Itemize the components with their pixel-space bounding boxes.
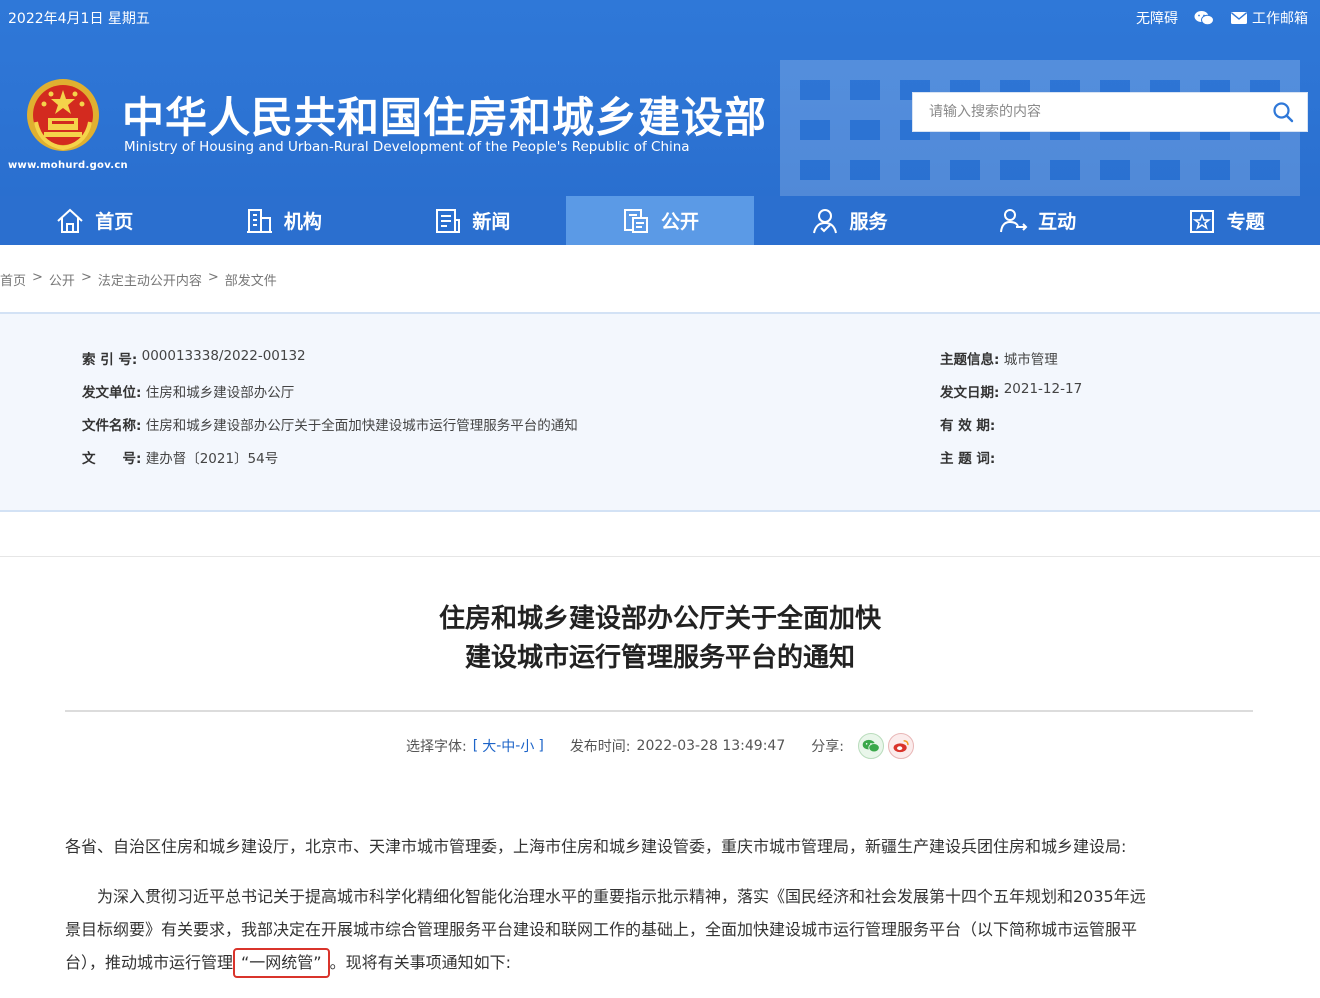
nav-item-label: 服务: [849, 211, 888, 233]
nav-item-interact[interactable]: 互动: [943, 196, 1132, 245]
weibo-icon: [893, 740, 909, 753]
info-topic-value: 城市管理: [1003, 352, 1058, 368]
breadcrumb-separator: >: [80, 270, 92, 285]
nav-item-label: 专题: [1226, 211, 1265, 233]
info-filename: 文件名称: 住房和城乡建设部办公厅关于全面加快建设城市运行管理服务平台的通知: [82, 414, 578, 434]
highlighted-term: “一网统管”: [233, 948, 330, 978]
mailbox-link[interactable]: 工作邮箱: [1230, 8, 1308, 28]
info-docno-label: 文 号:: [82, 451, 142, 467]
news-icon: [436, 208, 461, 233]
search-input[interactable]: [913, 93, 1259, 131]
share-wechat-button[interactable]: [857, 733, 884, 759]
accessibility-link[interactable]: 无障碍: [1136, 8, 1178, 28]
share-label: 分享:: [811, 739, 844, 755]
breadcrumb: 首页 > 公开 > 法定主动公开内容 > 部发文件: [0, 270, 277, 289]
breadcrumb-open[interactable]: 公开: [49, 270, 75, 289]
home-icon: [57, 208, 83, 233]
info-topic: 主题信息: 城市管理: [940, 348, 1058, 368]
info-date-label: 发文日期:: [940, 385, 1000, 401]
interact-icon: [1000, 208, 1028, 232]
share-weibo-button[interactable]: [887, 733, 914, 759]
info-keyword-label: 主 题 词:: [940, 451, 996, 467]
wechat-link[interactable]: [1194, 10, 1214, 26]
info-keyword: 主 题 词:: [940, 447, 1000, 467]
body-line-2: 景目标纲要》有关要求，我部决定在开展城市综合管理服务平台建设和联网工作的基础上，…: [65, 920, 1138, 939]
site-title-cn: 中华人民共和国住房和城乡建设部: [122, 93, 768, 142]
article-title-line2: 建设城市运行管理服务平台的通知: [464, 643, 855, 673]
nav-item-topic[interactable]: 专题: [1131, 196, 1320, 245]
breadcrumb-separator: >: [207, 270, 219, 285]
document-icon: [623, 208, 648, 233]
title-divider: [65, 710, 1253, 712]
breadcrumb-separator: >: [32, 270, 43, 285]
search-icon: [1273, 102, 1294, 123]
info-filename-label: 文件名称:: [82, 418, 142, 434]
top-links: 无障碍 工作邮箱: [1136, 8, 1308, 28]
font-bracket-close: ]: [538, 738, 544, 754]
nav-item-label: 机构: [283, 211, 322, 233]
publish-time-value: 2022-03-28 13:49:47: [636, 738, 786, 754]
building-icon: [246, 208, 272, 233]
info-issuer-label: 发文单位:: [82, 385, 142, 401]
info-issuer: 发文单位: 住房和城乡建设部办公厅: [82, 381, 294, 401]
wechat-icon: [862, 739, 880, 753]
search-box: [912, 92, 1308, 132]
nav-item-news[interactable]: 新闻: [377, 196, 566, 245]
main-nav: 首页 机构 新闻 公开 服务 互动 专题: [0, 196, 1320, 245]
current-date: 2022年4月1日 星期五: [8, 11, 150, 27]
info-docno: 文 号: 建办督〔2021〕54号: [82, 447, 278, 467]
info-docno-value: 建办督〔2021〕54号: [145, 451, 279, 467]
site-url: www.mohurd.gov.cn: [8, 160, 128, 171]
font-size-label: 选择字体:: [406, 739, 467, 755]
info-date: 发文日期: 2021-12-17: [940, 381, 1082, 401]
nav-item-open[interactable]: 公开: [565, 196, 755, 245]
nav-item-label: 新闻: [472, 211, 511, 233]
breadcrumb-statutory[interactable]: 法定主动公开内容: [98, 270, 202, 289]
nav-item-org[interactable]: 机构: [189, 196, 378, 245]
nav-item-home[interactable]: 首页: [0, 196, 189, 245]
nav-item-label: 首页: [95, 211, 134, 233]
info-issuer-value: 住房和城乡建设部办公厅: [145, 385, 295, 401]
section-divider: [0, 556, 1320, 557]
body-line-3-start: 台），推动城市运行管理: [65, 953, 234, 972]
header-banner: 2022年4月1日 星期五 无障碍 工作邮箱 www.mohurd.gov.cn…: [0, 0, 1320, 196]
nav-item-label: 公开: [660, 211, 699, 233]
body-line-1: 为深入贯彻习近平总书记关于提高城市科学化精细化智能化治理水平的重要指示批示精神，…: [97, 887, 1146, 906]
info-date-value: 2021-12-17: [1003, 381, 1083, 397]
info-filename-value: 住房和城乡建设部办公厅关于全面加快建设城市运行管理服务平台的通知: [145, 418, 578, 434]
search-button[interactable]: [1259, 93, 1307, 131]
info-valid-label: 有 效 期:: [940, 418, 996, 434]
article-meta: 选择字体: [ 大 - 中 - 小 ] 发布时间: 2022-03-28 13:…: [0, 733, 1320, 759]
salutation-paragraph: 各省、自治区住房和城乡建设厅，北京市、天津市城市管理委，上海市住房和城乡建设管委…: [65, 837, 1127, 856]
service-icon: [812, 208, 837, 233]
site-title-en: Ministry of Housing and Urban-Rural Deve…: [124, 139, 690, 155]
nav-item-service[interactable]: 服务: [754, 196, 943, 245]
national-emblem-icon[interactable]: [26, 78, 100, 152]
mailbox-label: 工作邮箱: [1252, 11, 1308, 27]
info-index: 索 引 号: 000013338/2022-00132: [82, 348, 306, 368]
publish-time-label: 发布时间:: [569, 739, 631, 755]
info-valid: 有 效 期:: [940, 414, 1000, 434]
document-info-panel: 索 引 号: 000013338/2022-00132 发文单位: 住房和城乡建…: [0, 312, 1320, 512]
font-size-medium[interactable]: 中: [501, 736, 515, 756]
font-size-large[interactable]: 大: [482, 736, 496, 756]
breadcrumb-ministry-docs[interactable]: 部发文件: [225, 270, 277, 289]
accessibility-label: 无障碍: [1136, 11, 1178, 27]
font-bracket-open: [: [472, 738, 479, 754]
topic-icon: [1189, 209, 1214, 233]
info-index-value: 000013338/2022-00132: [141, 348, 306, 364]
wechat-icon: [1194, 11, 1214, 26]
font-size-small[interactable]: 小: [520, 736, 534, 756]
mail-icon: [1231, 12, 1247, 24]
info-topic-label: 主题信息:: [940, 352, 1000, 368]
nav-item-label: 互动: [1038, 211, 1077, 233]
info-index-label: 索 引 号:: [82, 352, 138, 368]
body-line-3-end: 。现将有关事项通知如下:: [329, 953, 512, 972]
body-line-3: 台），推动城市运行管理 “一网统管” 。现将有关事项通知如下:: [65, 946, 1255, 979]
article-title-line1: 住房和城乡建设部办公厅关于全面加快: [438, 604, 881, 634]
article-title: 住房和城乡建设部办公厅关于全面加快 建设城市运行管理服务平台的通知: [0, 600, 1320, 678]
breadcrumb-home[interactable]: 首页: [0, 270, 26, 289]
